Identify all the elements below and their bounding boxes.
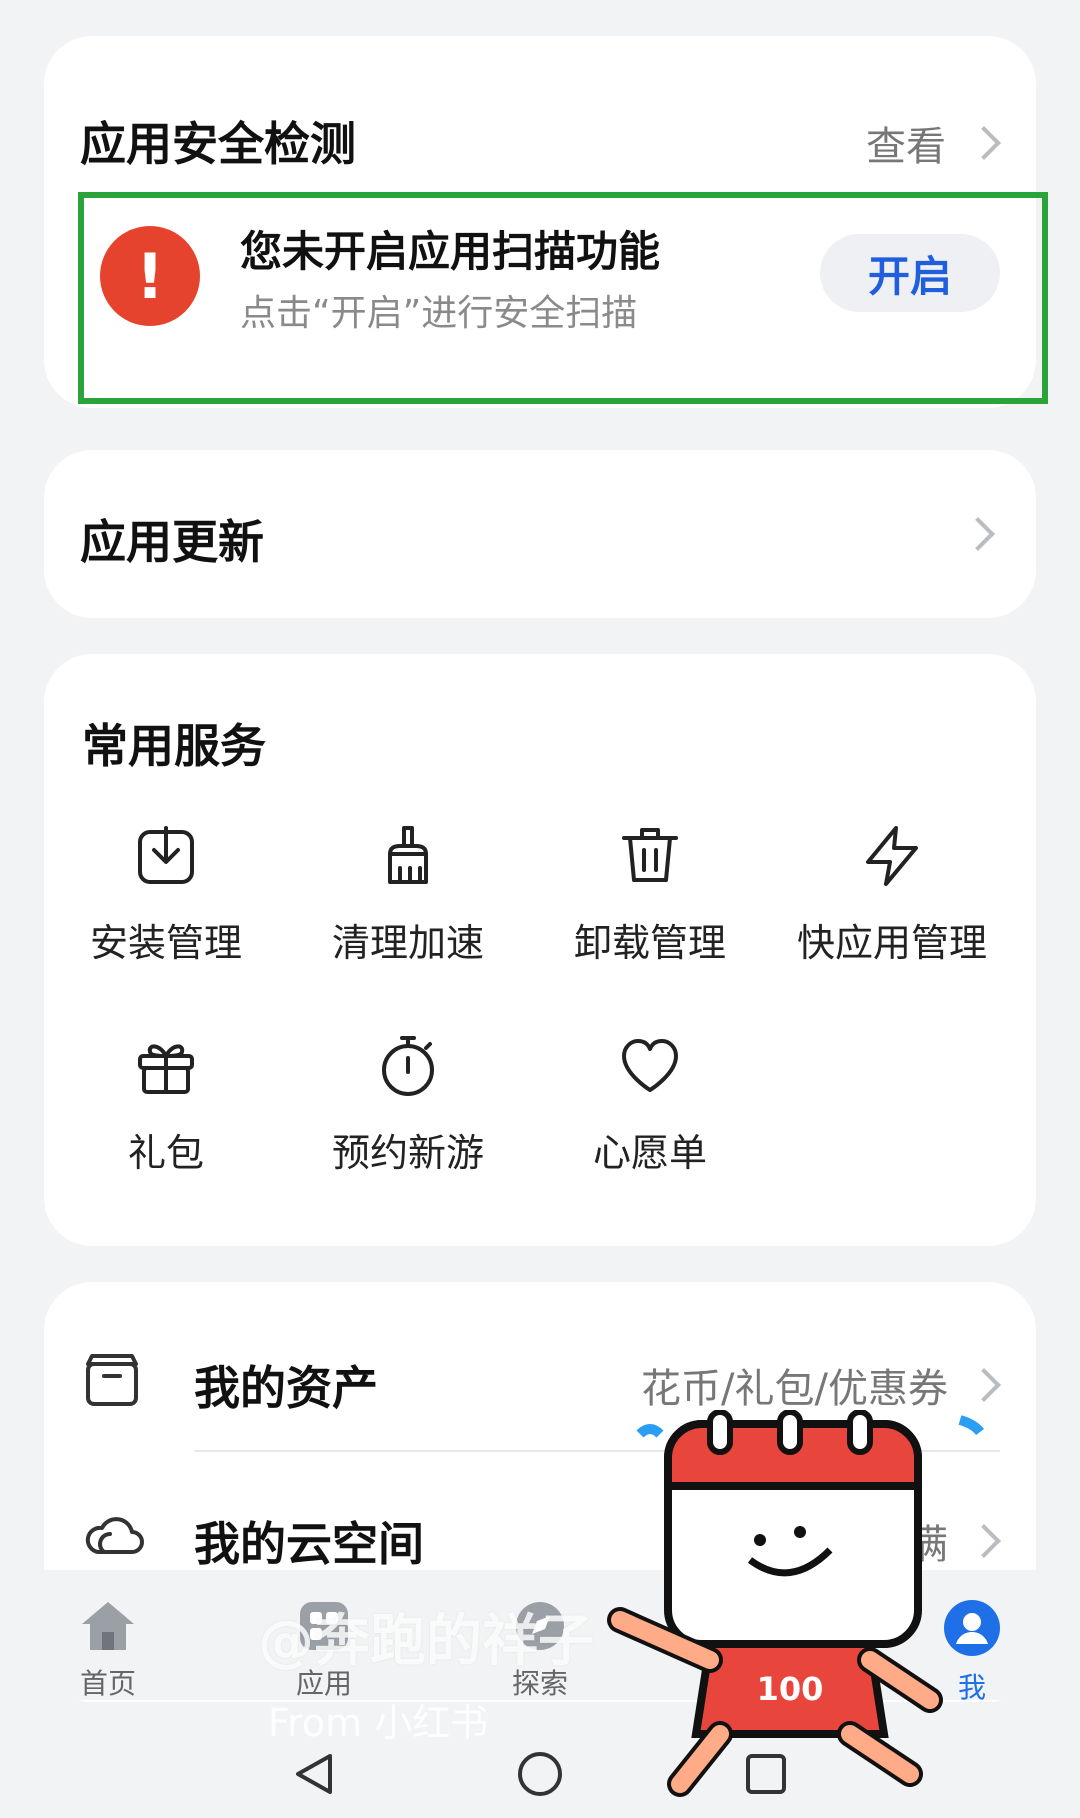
service-label: 快应用管理 (796, 921, 987, 965)
recents-icon[interactable] (742, 1750, 790, 1798)
watermark-author: @奔跑的祥子 (258, 1609, 594, 1674)
back-icon[interactable] (290, 1750, 338, 1798)
chevron-right-icon (961, 517, 995, 551)
home-icon (82, 1602, 134, 1650)
service-pre-register-games[interactable]: 预约新游 (288, 1034, 528, 1177)
security-title: 应用安全检测 (80, 117, 356, 171)
service-gift-pack[interactable]: 礼包 (46, 1034, 286, 1177)
services-title: 常用服务 (82, 719, 266, 773)
assets-detail-text: 花币/礼包/优惠券 (641, 1366, 948, 1412)
service-install-management[interactable]: 安装管理 (46, 824, 286, 967)
service-label: 预约新游 (331, 1131, 484, 1175)
service-label: 心愿单 (592, 1131, 707, 1175)
service-label: 安装管理 (89, 921, 242, 965)
system-nav-bar (0, 1730, 1080, 1818)
service-uninstall-management[interactable]: 卸载管理 (530, 824, 770, 967)
nav-home[interactable]: 首页 (48, 1598, 168, 1702)
my-cloud-space-label: 我的云空间 (194, 1517, 424, 1571)
enable-scan-button[interactable]: 开启 (820, 234, 1000, 312)
service-label: 清理加速 (331, 921, 484, 965)
broom-icon (388, 826, 428, 884)
heart-icon (622, 1039, 678, 1092)
assets-summary: 花币/礼包/优惠券 (641, 1356, 1001, 1414)
nav-label: 首页 (79, 1667, 136, 1700)
gift-icon (138, 1044, 194, 1094)
download-box-icon (138, 826, 194, 884)
chevron-right-icon (967, 1368, 1001, 1402)
warning-icon: ! (100, 226, 200, 326)
app-update-title: 应用更新 (80, 515, 264, 569)
service-label: 礼包 (127, 1131, 204, 1175)
cloud-icon (85, 1517, 144, 1554)
service-quick-app-management[interactable]: 快应用管理 (772, 824, 1012, 967)
trash-icon (622, 828, 678, 882)
home-circle-icon[interactable] (516, 1750, 564, 1798)
sticker-number: 100 (757, 1670, 824, 1708)
box-icon (86, 1354, 138, 1406)
scan-status-title: 您未开启应用扫描功能 (240, 227, 661, 276)
my-assets-label: 我的资产 (194, 1361, 378, 1415)
lightning-icon (866, 826, 918, 886)
service-clean-speedup[interactable]: 清理加速 (288, 824, 528, 967)
security-view-link[interactable]: 查看 (866, 114, 1001, 172)
view-label: 查看 (866, 124, 946, 170)
app-update-row[interactable]: 应用更新 (44, 450, 1036, 618)
chevron-right-icon (967, 126, 1001, 160)
service-wishlist[interactable]: 心愿单 (530, 1034, 770, 1177)
stopwatch-icon (382, 1036, 434, 1096)
service-label: 卸载管理 (573, 921, 726, 965)
scan-status-subtitle: 点击“开启”进行安全扫描 (240, 293, 638, 334)
services-card: 常用服务 安装管理 清理加速 卸载管理 快应用管理 礼包 预约新游 心愿单 (44, 654, 1036, 1246)
